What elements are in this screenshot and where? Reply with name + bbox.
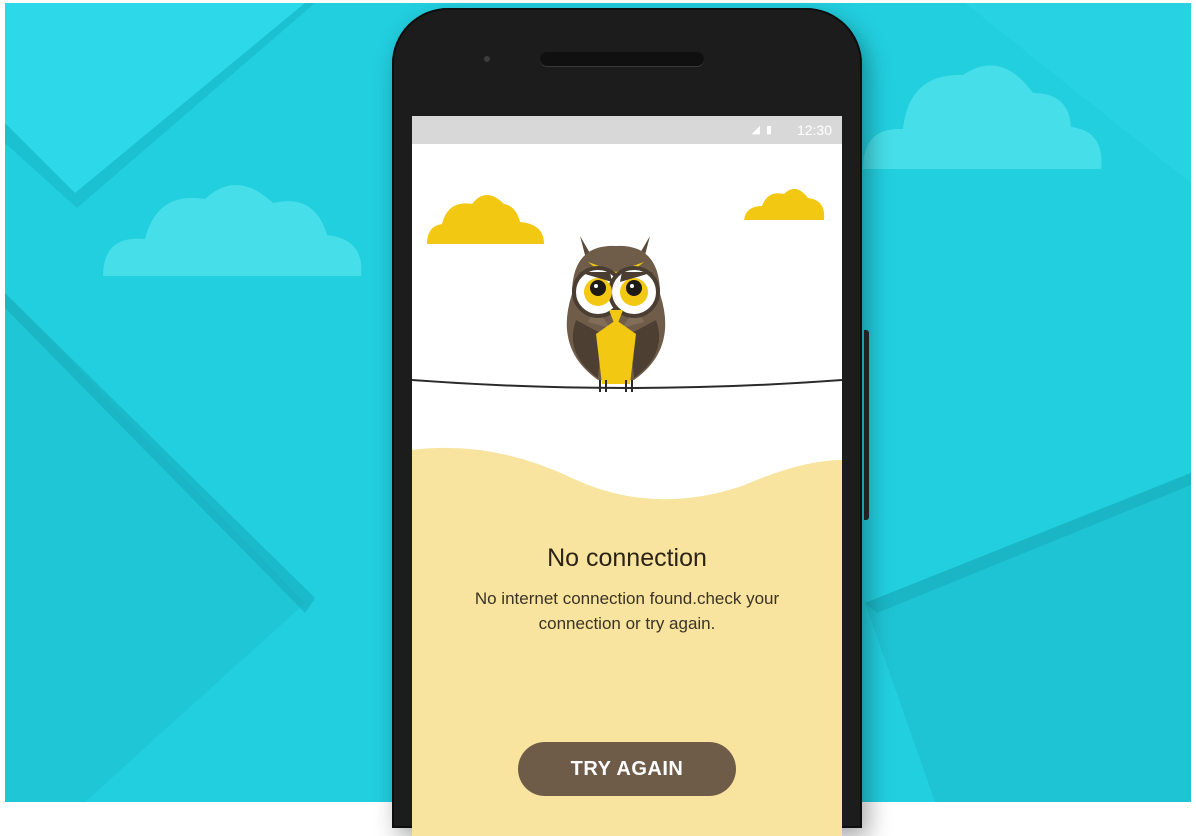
app-screen: ◢▮ 12:30 No connection No internet conne…	[412, 116, 842, 836]
status-bar: ◢▮ 12:30	[412, 116, 842, 144]
owl-illustration	[412, 188, 842, 392]
phone-device: ◢▮ 12:30 No connection No internet conne…	[392, 8, 862, 836]
phone-speaker	[540, 52, 704, 66]
error-message-line: connection or try again.	[538, 614, 716, 633]
cloud-icon	[744, 188, 825, 220]
cloud-icon	[427, 195, 544, 244]
status-time: 12:30	[796, 122, 832, 138]
cloud-icon	[103, 184, 362, 276]
front-camera	[484, 56, 490, 62]
phone-side-button	[864, 330, 869, 520]
lock-icon: ▮	[765, 124, 778, 136]
error-message-line: No internet connection found.check your	[474, 589, 780, 608]
error-title: No connection	[547, 544, 707, 572]
owl-icon	[566, 236, 666, 392]
error-message: No internet connection found.check your …	[424, 586, 830, 636]
status-icons: ◢▮	[751, 123, 778, 136]
signal-icon: ◢	[751, 124, 766, 136]
try-again-button[interactable]: TRY AGAIN	[518, 742, 736, 796]
